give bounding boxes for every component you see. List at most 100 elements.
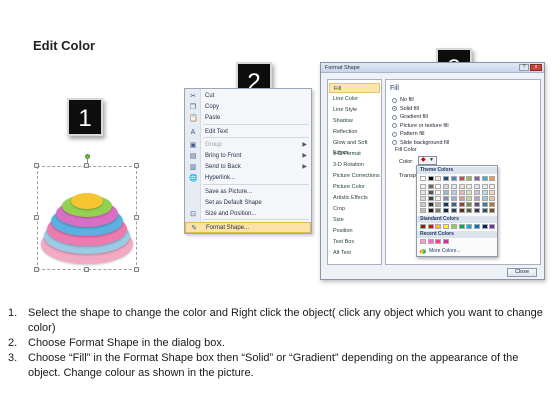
color-swatch[interactable] <box>466 190 473 195</box>
color-swatch[interactable] <box>450 202 457 207</box>
color-swatch[interactable] <box>420 224 426 229</box>
nav-item-reflection[interactable]: Reflection <box>329 127 380 137</box>
radio-button[interactable] <box>392 106 397 111</box>
menu-item-bring-to-front[interactable]: ▤ Bring to Front ▶ <box>185 151 311 162</box>
nav-item-glow-and-soft-edges[interactable]: Glow and Soft Edges <box>329 138 380 156</box>
color-swatch[interactable] <box>473 202 480 207</box>
color-swatch[interactable] <box>481 184 488 189</box>
color-swatch[interactable] <box>443 184 450 189</box>
nav-item-line-style[interactable]: Line Style <box>329 105 380 115</box>
nav-item-artistic-effects[interactable]: Artistic Effects <box>329 193 380 203</box>
color-swatch[interactable] <box>435 202 442 207</box>
color-swatch[interactable] <box>450 176 457 181</box>
color-swatch[interactable] <box>420 176 426 181</box>
fill-option-gradient-fill[interactable]: Gradient fill <box>392 113 428 121</box>
more-colors-button[interactable]: More Colors... <box>420 248 460 255</box>
dialog-close-x-button[interactable]: x <box>530 64 542 71</box>
color-swatch[interactable] <box>420 208 426 213</box>
color-swatch[interactable] <box>466 224 473 229</box>
menu-item-cut[interactable]: ✂ Cut <box>185 91 311 102</box>
radio-button[interactable] <box>392 114 397 120</box>
color-swatch[interactable] <box>443 196 450 201</box>
radio-button[interactable] <box>392 123 397 128</box>
color-swatch[interactable] <box>489 196 496 201</box>
color-swatch[interactable] <box>473 208 480 213</box>
color-swatch[interactable] <box>489 190 496 195</box>
nav-item-alt-text[interactable]: Alt Text <box>329 248 380 258</box>
nav-item-position[interactable]: Position <box>329 226 380 236</box>
nav-item-shadow[interactable]: Shadow <box>329 116 380 126</box>
color-swatch[interactable] <box>420 196 426 201</box>
color-swatch[interactable] <box>427 202 434 207</box>
nav-item-line-color[interactable]: Line Color <box>329 94 380 104</box>
color-swatch[interactable] <box>466 176 473 181</box>
color-swatch[interactable] <box>420 239 426 244</box>
nav-item-text-box[interactable]: Text Box <box>329 237 380 247</box>
color-swatch[interactable] <box>420 184 426 189</box>
color-swatch[interactable] <box>458 196 465 201</box>
color-swatch[interactable] <box>420 190 426 195</box>
help-button[interactable]: ? <box>519 64 529 71</box>
color-swatch[interactable] <box>420 202 426 207</box>
menu-item-format-shape[interactable]: ✎ Format Shape... <box>185 222 311 233</box>
color-swatch[interactable] <box>450 184 457 189</box>
shape-layer[interactable] <box>71 193 103 209</box>
fill-option-pattern-fill[interactable]: Pattern fill <box>392 130 424 138</box>
color-swatch[interactable] <box>489 176 496 181</box>
color-swatch[interactable] <box>466 202 473 207</box>
menu-item-group[interactable]: ▣ Group ▶ <box>185 140 311 151</box>
color-swatch[interactable] <box>427 208 434 213</box>
color-swatch[interactable] <box>489 184 496 189</box>
color-swatch[interactable] <box>458 208 465 213</box>
color-swatch[interactable] <box>427 224 434 229</box>
radio-button[interactable] <box>392 97 397 103</box>
fill-option-picture-or-texture-fill[interactable]: Picture or texture fill <box>392 122 449 130</box>
color-swatch[interactable] <box>427 184 434 189</box>
color-swatch[interactable] <box>427 196 434 201</box>
color-swatch[interactable] <box>450 196 457 201</box>
color-swatch[interactable] <box>458 202 465 207</box>
color-swatch[interactable] <box>473 190 480 195</box>
color-swatch[interactable] <box>435 184 442 189</box>
radio-button[interactable] <box>392 131 397 137</box>
color-swatch[interactable] <box>427 190 434 195</box>
color-swatch[interactable] <box>466 184 473 189</box>
color-swatch[interactable] <box>473 176 480 181</box>
resize-handle[interactable] <box>134 267 139 272</box>
color-swatch[interactable] <box>450 224 457 229</box>
color-swatch[interactable] <box>435 224 442 229</box>
close-button[interactable]: Close <box>507 268 537 277</box>
color-swatch[interactable] <box>489 224 496 229</box>
color-swatch[interactable] <box>481 176 488 181</box>
menu-item-edit-text[interactable]: A Edit Text <box>185 127 311 138</box>
nav-item-3-d-format[interactable]: 3-D Format <box>329 149 380 159</box>
nav-item-3-d-rotation[interactable]: 3-D Rotation <box>329 160 380 170</box>
color-swatch[interactable] <box>443 202 450 207</box>
color-swatch[interactable] <box>458 190 465 195</box>
menu-item-send-to-back[interactable]: ▥ Send to Back ▶ <box>185 162 311 173</box>
color-swatch[interactable] <box>458 176 465 181</box>
color-swatch[interactable] <box>435 239 442 244</box>
color-swatch[interactable] <box>473 184 480 189</box>
color-swatch[interactable] <box>443 176 450 181</box>
menu-item-copy[interactable]: ❐ Copy <box>185 102 311 113</box>
color-dropdown-button[interactable]: ◆ ▼ <box>418 156 437 165</box>
resize-handle[interactable] <box>134 163 139 168</box>
resize-handle[interactable] <box>34 215 39 220</box>
color-swatch[interactable] <box>458 184 465 189</box>
resize-handle[interactable] <box>84 267 89 272</box>
color-swatch[interactable] <box>450 190 457 195</box>
color-swatch[interactable] <box>450 208 457 213</box>
color-swatch[interactable] <box>443 190 450 195</box>
color-swatch[interactable] <box>481 190 488 195</box>
nav-item-size[interactable]: Size <box>329 215 380 225</box>
nav-item-picture-color[interactable]: Picture Color <box>329 182 380 192</box>
fill-option-solid-fill[interactable]: Solid fill <box>392 105 419 113</box>
color-swatch[interactable] <box>481 224 488 229</box>
color-swatch[interactable] <box>481 196 488 201</box>
menu-item-hyperlink[interactable]: 🌐 Hyperlink... <box>185 173 311 184</box>
color-swatch[interactable] <box>443 239 450 244</box>
color-swatch[interactable] <box>481 202 488 207</box>
nav-item-crop[interactable]: Crop <box>329 204 380 214</box>
color-swatch[interactable] <box>473 196 480 201</box>
